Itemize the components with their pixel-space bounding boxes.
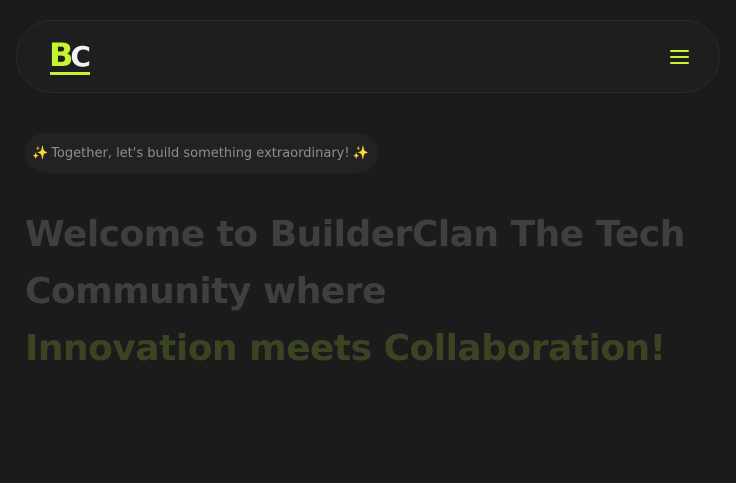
menu-line-bottom — [670, 62, 689, 64]
hero-headline: Welcome to BuilderClan The Tech Communit… — [25, 206, 715, 377]
headline-main: Welcome to BuilderClan The Tech Communit… — [25, 214, 685, 312]
tagline-badge: ✨ Together, let's build something extrao… — [25, 133, 378, 173]
headline-accent: Innovation meets Collaboration! — [25, 328, 666, 369]
sparkle-icon: ✨ — [32, 145, 49, 161]
logo-letter-c: C — [70, 40, 91, 73]
page: B C ✨ Together, let's build something ex… — [0, 0, 736, 483]
menu-line-top — [670, 50, 689, 52]
tagline-text: Together, let's build something extraord… — [51, 145, 350, 161]
navbar: B C — [16, 20, 720, 93]
logo-underline — [50, 72, 90, 75]
sparkle-icon: ✨ — [352, 145, 369, 161]
logo-letter-b: B — [49, 36, 73, 74]
hamburger-menu-icon[interactable] — [667, 46, 691, 68]
builderclan-logo[interactable]: B C — [49, 39, 99, 77]
menu-line-middle — [670, 56, 689, 58]
